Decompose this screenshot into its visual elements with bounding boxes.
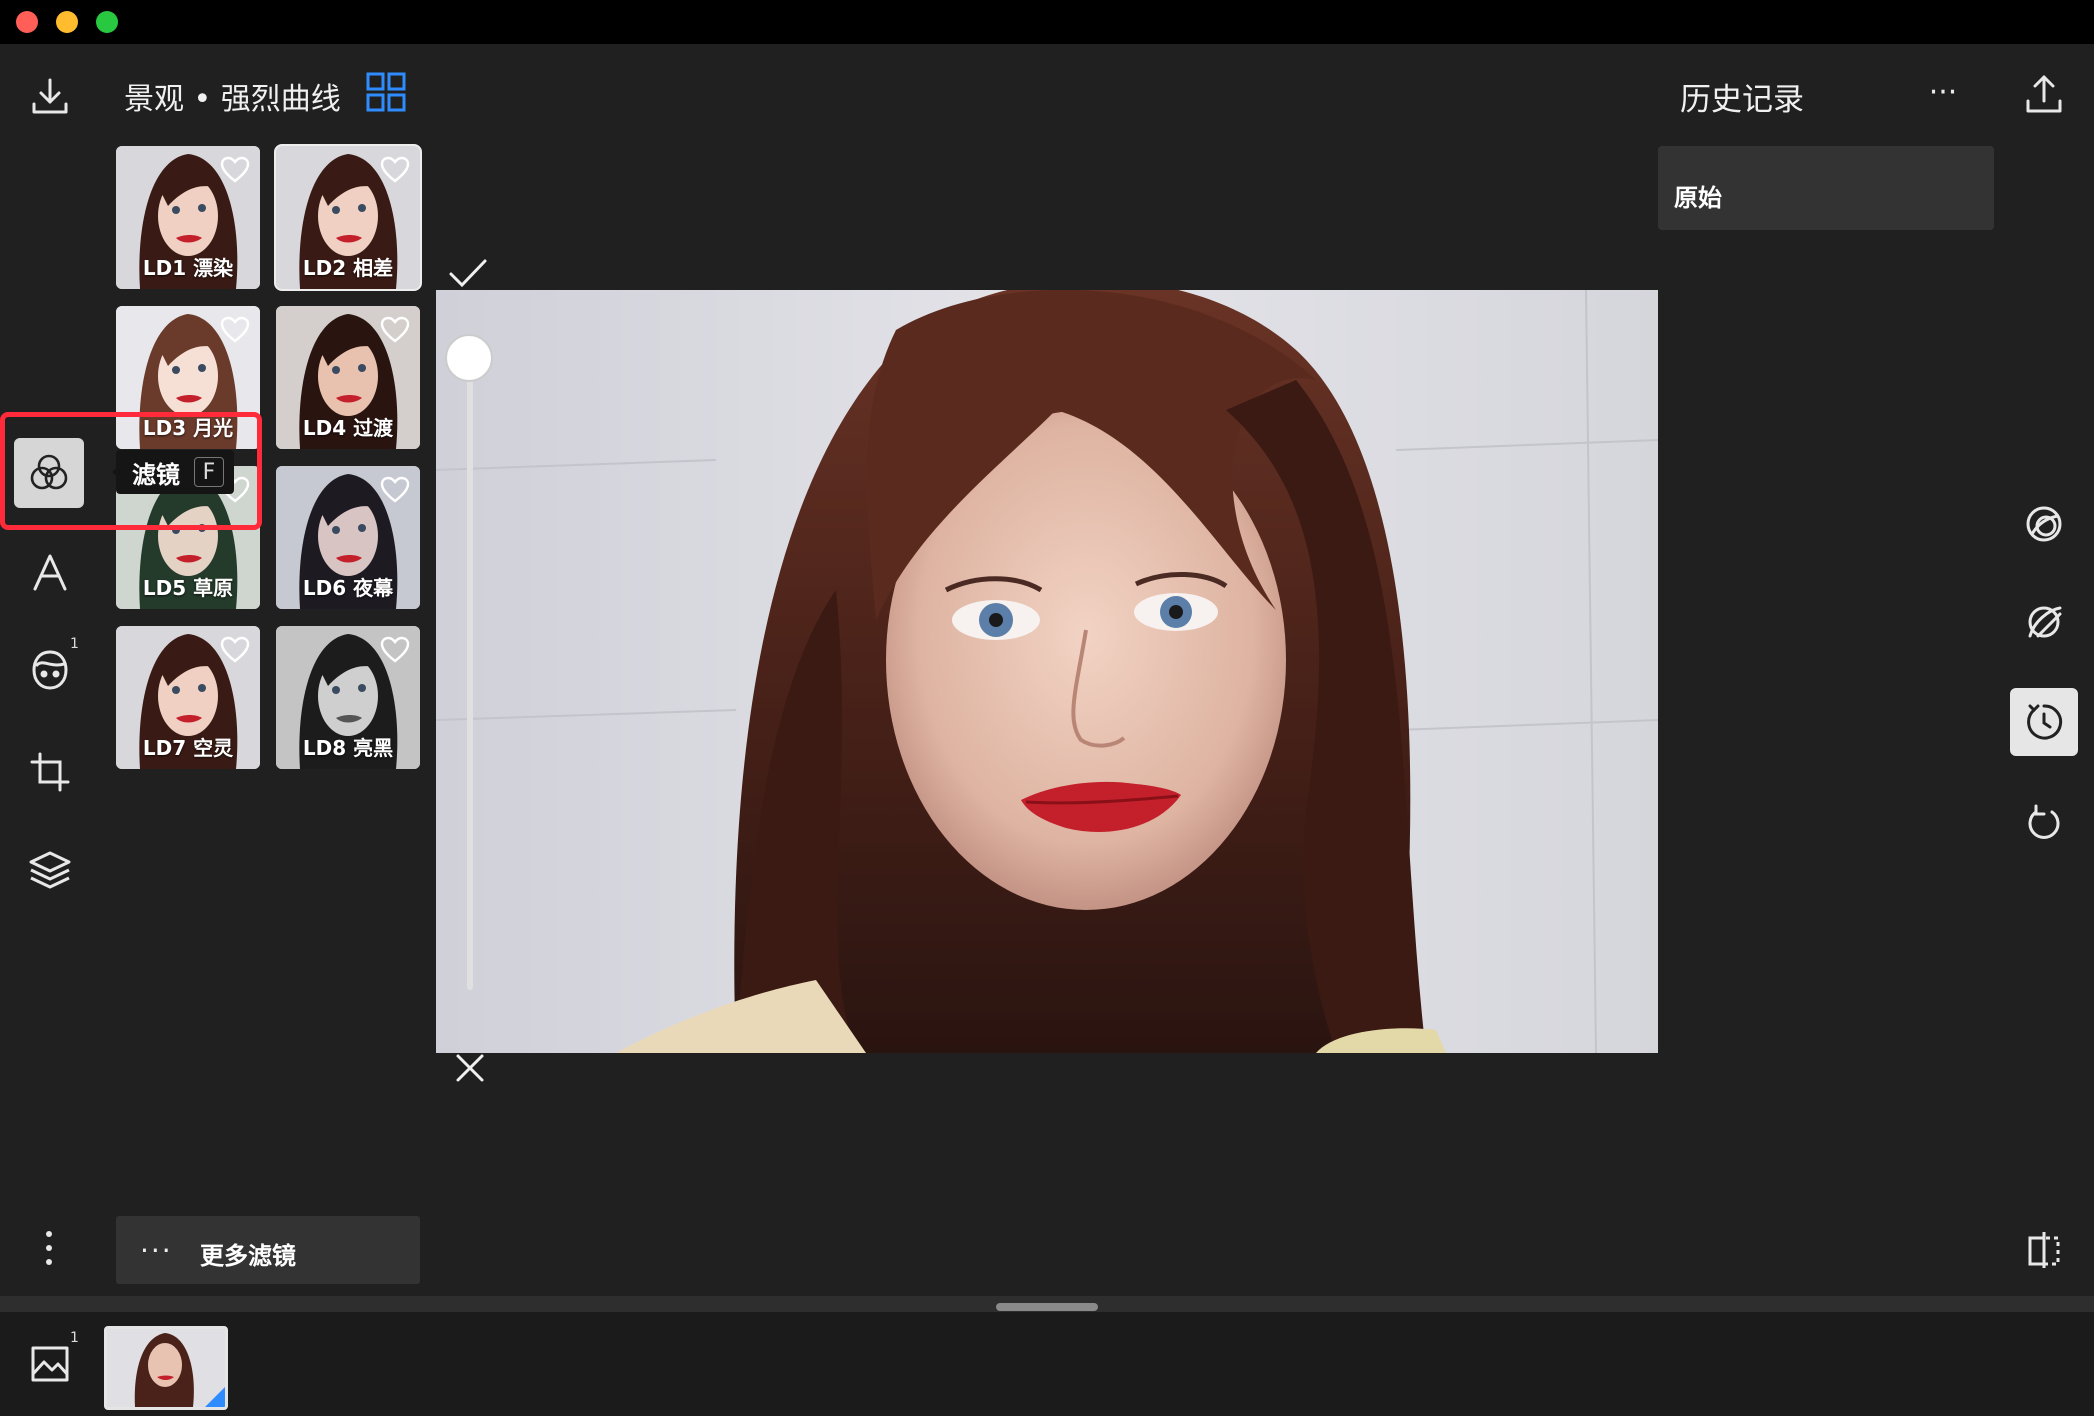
favorite-heart-icon[interactable]: [220, 156, 250, 184]
filter-thumbnail[interactable]: LD7 空灵: [116, 626, 260, 769]
download-icon[interactable]: [26, 72, 74, 120]
favorite-heart-icon[interactable]: [380, 156, 410, 184]
layers-icon[interactable]: [24, 846, 76, 894]
filmstrip-bar: [0, 1296, 2094, 1416]
favorite-heart-icon[interactable]: [380, 316, 410, 344]
filmstrip-thumbnail[interactable]: [104, 1326, 228, 1410]
filter-label: LD1 漂染: [142, 256, 234, 280]
favorite-heart-icon[interactable]: [220, 636, 250, 664]
window-close-button[interactable]: [16, 11, 38, 33]
history-item-label: 原始: [1674, 184, 1722, 212]
more-filters-button[interactable]: ··· 更多滤镜: [116, 1216, 420, 1284]
grid-view-icon[interactable]: [366, 72, 406, 112]
more-horizontal-icon[interactable]: ···: [1918, 74, 1968, 110]
filter-label: LD7 空灵: [142, 736, 234, 760]
filter-label: LD8 亮黑: [302, 736, 394, 760]
share-icon[interactable]: [2020, 70, 2068, 118]
image-count-badge: 1: [70, 1330, 79, 1346]
brush-erase-icon[interactable]: [2020, 598, 2068, 646]
filter-thumbnail[interactable]: LD8 亮黑: [276, 626, 420, 769]
tooltip-label: 滤镜: [132, 460, 180, 489]
more-filters-dots-icon: ···: [140, 1234, 173, 1267]
cancel-icon[interactable]: [452, 1050, 488, 1086]
intensity-slider-track[interactable]: [467, 360, 473, 990]
mask-icon[interactable]: [2020, 500, 2068, 548]
filter-thumbnail[interactable]: LD2 相差: [274, 144, 422, 291]
filter-label: LD4 过渡: [302, 416, 394, 440]
image-library-icon[interactable]: [26, 1340, 74, 1388]
favorite-heart-icon[interactable]: [380, 476, 410, 504]
window-minimize-button[interactable]: [56, 11, 78, 33]
filter-thumbnail[interactable]: LD4 过渡: [276, 306, 420, 449]
more-filters-label: 更多滤镜: [200, 1242, 296, 1270]
undo-icon[interactable]: [2020, 798, 2068, 846]
favorite-heart-icon[interactable]: [220, 316, 250, 344]
history-item-original[interactable]: 原始: [1658, 146, 1994, 230]
filter-label: LD6 夜幕: [302, 576, 394, 600]
more-vertical-icon[interactable]: [34, 1228, 64, 1268]
filter-label: LD5 草原: [142, 576, 234, 600]
window-maximize-button[interactable]: [96, 11, 118, 33]
filters-tooltip: 滤镜 F: [112, 450, 234, 494]
filter-thumbnail[interactable]: LD6 夜幕: [276, 466, 420, 609]
face-count-badge: 1: [70, 636, 79, 652]
compare-icon[interactable]: [2022, 1228, 2066, 1272]
filter-label: LD2 相差: [302, 256, 394, 280]
history-timer-icon[interactable]: [2022, 700, 2066, 744]
confirm-icon[interactable]: [446, 254, 490, 294]
intensity-slider-knob[interactable]: [445, 334, 493, 382]
filmstrip-resize-handle[interactable]: [996, 1303, 1098, 1311]
filters-icon[interactable]: [24, 448, 74, 498]
tooltip-shortcut: F: [194, 457, 224, 487]
filter-thumbnail[interactable]: LD1 漂染: [116, 146, 260, 289]
window-titlebar: [0, 0, 2094, 44]
crop-icon[interactable]: [26, 748, 74, 796]
preset-title: 景观 • 强烈曲线: [124, 82, 341, 117]
favorite-heart-icon[interactable]: [380, 636, 410, 664]
history-title: 历史记录: [1680, 82, 1804, 118]
text-icon[interactable]: [26, 548, 74, 596]
main-photo: [436, 290, 1658, 1053]
face-icon[interactable]: [26, 646, 74, 694]
